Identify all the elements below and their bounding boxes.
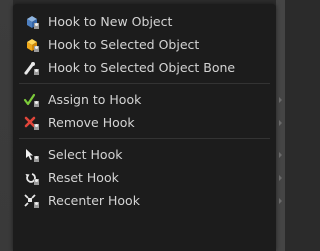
menu-item-recenter-hook[interactable]: Recenter Hook <box>13 189 282 212</box>
submenu-arrow-icon <box>279 174 282 181</box>
menu-item-reset-hook[interactable]: Reset Hook <box>13 166 282 189</box>
remove-hook-icon <box>21 114 43 132</box>
viewport-background-right <box>276 0 285 251</box>
reset-hook-icon <box>21 169 43 187</box>
recenter-hook-icon <box>21 192 43 210</box>
hook-new-object-icon <box>21 13 43 31</box>
menu-separator <box>19 138 270 139</box>
select-hook-icon <box>21 146 43 164</box>
menu-item-label: Assign to Hook <box>48 92 142 107</box>
menu-item-hook-to-selected-object-bone[interactable]: Hook to Selected Object Bone <box>13 56 276 79</box>
menu-item-remove-hook[interactable]: Remove Hook <box>13 111 282 134</box>
menu-item-label: Hook to New Object <box>48 14 173 29</box>
menu-item-label: Hook to Selected Object Bone <box>48 60 236 75</box>
submenu-arrow-icon <box>279 96 282 103</box>
menu-group-assign-remove: Assign to Hook Remove Hook <box>13 88 282 134</box>
menu-item-label: Hook to Selected Object <box>48 37 200 52</box>
menu-group-hook-to: Hook to New Object Hook to Selected Obje… <box>13 4 276 79</box>
hooks-context-menu: Hook to New Object Hook to Selected Obje… <box>13 4 282 251</box>
submenu-arrow-icon <box>279 151 282 158</box>
hook-selected-object-icon <box>21 36 43 54</box>
menu-separator <box>19 83 270 84</box>
viewport-background-left <box>0 0 13 251</box>
menu-item-select-hook[interactable]: Select Hook <box>13 143 282 166</box>
menu-item-label: Select Hook <box>48 147 123 162</box>
menu-item-label: Remove Hook <box>48 115 135 130</box>
menu-item-label: Recenter Hook <box>48 193 140 208</box>
menu-item-hook-to-selected-object[interactable]: Hook to Selected Object <box>13 33 276 56</box>
hook-selected-bone-icon <box>21 59 43 77</box>
submenu-arrow-icon <box>279 197 282 204</box>
menu-group-hook-tools: Select Hook Reset Hook Recenter Hook <box>13 143 282 212</box>
menu-item-label: Reset Hook <box>48 170 119 185</box>
assign-hook-icon <box>21 91 43 109</box>
submenu-arrow-icon <box>279 119 282 126</box>
menu-item-assign-to-hook[interactable]: Assign to Hook <box>13 88 282 111</box>
menu-item-hook-to-new-object[interactable]: Hook to New Object <box>13 10 276 33</box>
